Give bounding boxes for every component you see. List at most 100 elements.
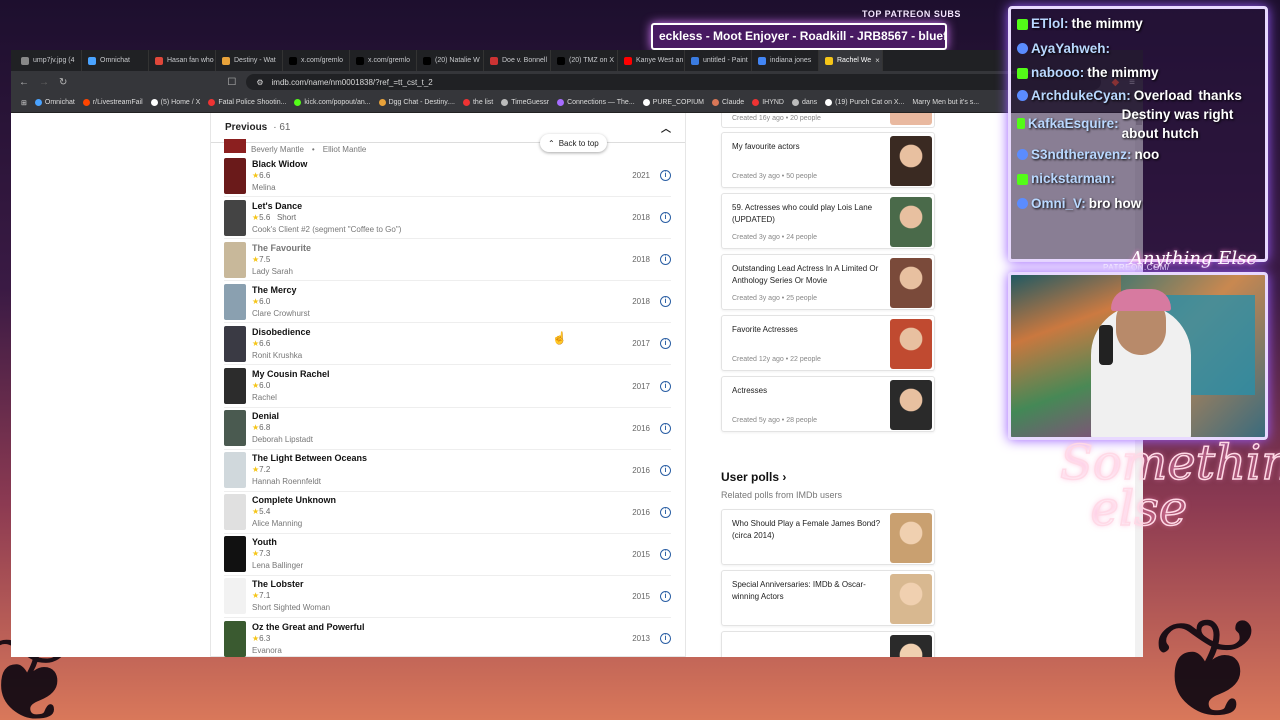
list-card-partial[interactable]: Created 16y ago • 20 people <box>721 113 935 128</box>
bookmark-item[interactable]: (5) Home / X <box>150 99 200 106</box>
list-card[interactable]: Outstanding Lead Actress In A Limited Or… <box>721 254 935 310</box>
bookmark-item[interactable]: the list <box>462 99 493 106</box>
chat-username[interactable]: AyaYahweh: <box>1031 37 1110 62</box>
browser-tab[interactable]: Kanye West an <box>618 50 685 71</box>
poster-thumbnail[interactable] <box>224 199 246 236</box>
credit-title[interactable]: Let's Dance <box>252 200 628 212</box>
list-card[interactable]: 59. Actresses who could play Lois Lane (… <box>721 193 935 249</box>
back-icon[interactable]: ← <box>19 77 29 88</box>
filmography-row[interactable]: The Lobster ★7.1 Short Sighted Woman 2015 i <box>224 576 671 619</box>
poster-thumbnail[interactable] <box>224 536 246 573</box>
browser-tab[interactable]: indiana jones <box>752 50 819 71</box>
browser-tab[interactable]: Rachel We × <box>819 50 883 71</box>
browser-tab[interactable]: x.com/gremlo <box>350 50 417 71</box>
poster-thumbnail[interactable] <box>224 241 246 278</box>
poster-thumbnail[interactable] <box>224 368 246 405</box>
bookmark-item[interactable]: r/LivestreamFail <box>82 99 143 106</box>
browser-tab[interactable]: untitled - Paint <box>685 50 752 71</box>
filmography-row[interactable]: My Cousin Rachel ★6.0 Rachel 2017 i <box>224 365 671 408</box>
credit-title[interactable]: Disobedience <box>252 326 628 338</box>
poster-thumbnail[interactable] <box>224 157 246 194</box>
filmography-row[interactable]: The Mercy ★6.0 Clare Crowhurst 2018 i <box>224 281 671 324</box>
site-info-icon[interactable]: ⚙ <box>256 78 263 87</box>
poll-card[interactable]: Special Anniversaries: IMDb & Oscar-winn… <box>721 570 935 626</box>
bookmark-item[interactable]: Connections — The... <box>557 99 635 106</box>
bookmark-item[interactable]: IHYND <box>752 99 784 106</box>
filmography-row[interactable]: Black Widow ★6.6 Melina 2021 i <box>224 155 671 198</box>
credit-title[interactable]: Complete Unknown <box>252 494 628 506</box>
collapse-chevron-icon[interactable]: ︿ <box>661 120 671 135</box>
browser-tab[interactable]: Doe v. Bonnell <box>484 50 551 71</box>
credit-title[interactable]: Youth <box>252 536 628 548</box>
filmography-header[interactable]: Previous · 61 ︿ <box>211 113 685 143</box>
filmography-row[interactable]: Let's Dance ★5.6 Short Cook's Client #2 (s… <box>224 197 671 240</box>
chat-username[interactable]: nickstarman: <box>1031 167 1115 192</box>
poster-thumbnail[interactable] <box>224 494 246 531</box>
bookmark-item[interactable]: PURE_COPIUM <box>642 99 704 106</box>
filmography-row[interactable]: Youth ★7.3 Lena Ballinger 2015 i <box>224 534 671 576</box>
poster-thumbnail[interactable] <box>224 578 246 615</box>
partial-credit-row[interactable]: Beverly Mantle • Elliot Mantle <box>211 139 685 155</box>
bookmark-item[interactable]: dans <box>791 99 817 106</box>
bookmark-item[interactable]: Fatal Police Shootin... <box>208 99 286 106</box>
credit-title[interactable]: The Favourite <box>252 242 628 254</box>
credit-title[interactable]: Denial <box>252 410 628 422</box>
bookmark-item[interactable]: TimeGuessr <box>501 99 549 106</box>
credit-title[interactable]: Oz the Great and Powerful <box>252 621 628 633</box>
bookmark-item[interactable]: (19) Punch Cat on X... <box>825 99 904 106</box>
info-icon[interactable]: i <box>660 254 671 266</box>
filmography-row[interactable]: The Favourite ★7.5 Lady Sarah 2018 i <box>224 239 671 282</box>
credit-title[interactable]: My Cousin Rachel <box>252 368 628 380</box>
poster-thumbnail[interactable] <box>224 410 246 447</box>
list-card[interactable]: Favorite Actresses Created 12y ago • 22 p… <box>721 315 935 371</box>
info-icon[interactable]: i <box>660 464 671 476</box>
info-icon[interactable]: i <box>660 338 671 350</box>
browser-tab[interactable]: ump7jv.jpg (4 <box>15 50 82 71</box>
list-card[interactable]: My favourite actors Created 3y ago • 50 p… <box>721 132 935 188</box>
bookmark-item[interactable]: Omnichat <box>34 99 75 106</box>
filmography-row[interactable]: Disobedience ★6.6 Ronit Krushka 2017 i <box>224 323 671 366</box>
info-icon[interactable]: i <box>660 506 671 518</box>
credit-title[interactable]: The Lobster <box>252 578 628 590</box>
chat-username[interactable]: Omni_V: <box>1031 192 1086 217</box>
back-to-top-button[interactable]: ⌃ Back to top <box>540 134 607 152</box>
poster-thumbnail[interactable] <box>224 620 246 657</box>
info-icon[interactable]: i <box>660 590 671 602</box>
poll-card[interactable]: Who Should Play a Female James Bond? (ci… <box>721 509 935 565</box>
bookmark-item[interactable]: kick.com/popout/an... <box>294 99 371 106</box>
info-icon[interactable]: i <box>660 422 671 434</box>
info-icon[interactable]: i <box>660 212 671 224</box>
bookmark-item[interactable]: Claude <box>712 99 744 106</box>
info-icon[interactable]: i <box>660 380 671 392</box>
credit-title[interactable]: Black Widow <box>252 158 628 170</box>
info-icon[interactable]: i <box>660 296 671 308</box>
chat-username[interactable]: ETlol: <box>1031 12 1069 37</box>
poster-thumbnail[interactable] <box>224 452 246 489</box>
info-icon[interactable]: i <box>660 170 671 182</box>
filmography-row[interactable]: Oz the Great and Powerful ★6.3 Evanora 2013… <box>224 618 671 657</box>
reload-icon[interactable]: ↻ <box>59 77 67 88</box>
poll-card[interactable] <box>721 631 935 657</box>
list-card[interactable]: Actresses Created 5y ago • 28 people <box>721 376 935 432</box>
url-field[interactable]: ⚙ imdb.com/name/nm0001838/?ref_=tt_cst_t… <box>246 74 1102 90</box>
browser-tab[interactable]: x.com/gremlo <box>283 50 350 71</box>
user-polls-heading[interactable]: User polls › <box>721 470 935 484</box>
apps-icon[interactable]: ⊞ <box>21 99 27 107</box>
chat-username[interactable]: nabooo: <box>1031 61 1084 86</box>
browser-tab[interactable]: Hasan fan who <box>149 50 216 71</box>
chat-username[interactable]: KafkaEsquire: <box>1028 114 1119 133</box>
poster-thumbnail[interactable] <box>224 325 246 362</box>
filmography-row[interactable]: The Light Between Oceans ★7.2 Hannah Roenn… <box>224 450 671 492</box>
browser-tab[interactable]: Omnichat <box>82 50 149 71</box>
credit-title[interactable]: The Light Between Oceans <box>252 452 628 464</box>
info-icon[interactable]: i <box>660 633 671 645</box>
browser-tab[interactable]: Destiny - Wat <box>216 50 283 71</box>
filmography-row[interactable]: Denial ★6.8 Deborah Lipstadt 2016 i <box>224 408 671 450</box>
poster-thumbnail[interactable] <box>224 283 246 320</box>
bookmark-overflow[interactable]: Marry Men but it's s... <box>912 99 979 106</box>
bookmark-star-icon[interactable]: ☐ <box>227 77 236 88</box>
browser-tab[interactable]: (20) Natalie W <box>417 50 484 71</box>
filmography-row[interactable]: Complete Unknown ★5.4 Alice Manning 2016 i <box>224 492 671 534</box>
browser-tab[interactable]: (20) TMZ on X <box>551 50 618 71</box>
info-icon[interactable]: i <box>660 548 671 560</box>
